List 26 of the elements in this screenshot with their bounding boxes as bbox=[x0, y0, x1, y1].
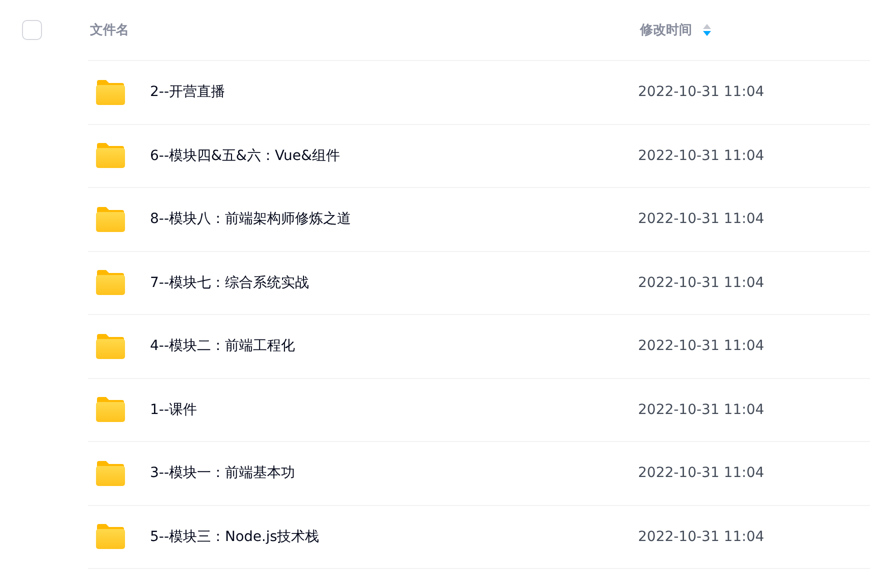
sort-icon[interactable] bbox=[702, 23, 712, 37]
file-name[interactable]: 3--模块一：前端基本功 bbox=[150, 464, 638, 482]
folder-icon bbox=[95, 142, 126, 170]
file-name[interactable]: 5--模块三：Node.js技术栈 bbox=[150, 528, 638, 546]
modified-time: 2022-10-31 11:04 bbox=[638, 148, 764, 164]
file-name[interactable]: 8--模块八：前端架构师修炼之道 bbox=[150, 210, 638, 228]
modified-time: 2022-10-31 11:04 bbox=[638, 211, 764, 228]
folder-icon bbox=[95, 332, 126, 360]
folder-icon bbox=[95, 523, 126, 550]
file-name[interactable]: 2--开营直播 bbox=[150, 83, 638, 102]
folder-icon bbox=[95, 269, 126, 296]
modified-time: 2022-10-31 11:04 bbox=[638, 402, 764, 418]
modified-time: 2022-10-31 11:04 bbox=[638, 274, 764, 291]
folder-icon bbox=[95, 78, 126, 106]
select-all-checkbox[interactable] bbox=[22, 20, 42, 40]
folder-icon bbox=[95, 460, 126, 487]
modified-time: 2022-10-31 11:04 bbox=[638, 465, 764, 482]
file-name[interactable]: 7--模块七：综合系统实战 bbox=[150, 274, 638, 292]
folder-icon bbox=[95, 396, 126, 424]
modified-time: 2022-10-31 11:04 bbox=[638, 338, 764, 354]
modified-time: 2022-10-31 11:04 bbox=[638, 84, 764, 100]
folder-icon bbox=[95, 206, 126, 233]
file-name[interactable]: 4--模块二：前端工程化 bbox=[150, 337, 638, 356]
file-name[interactable]: 6--模块四&五&六：Vue&组件 bbox=[150, 146, 638, 165]
modified-time: 2022-10-31 11:04 bbox=[638, 528, 764, 545]
file-name[interactable]: 1--课件 bbox=[150, 400, 638, 419]
